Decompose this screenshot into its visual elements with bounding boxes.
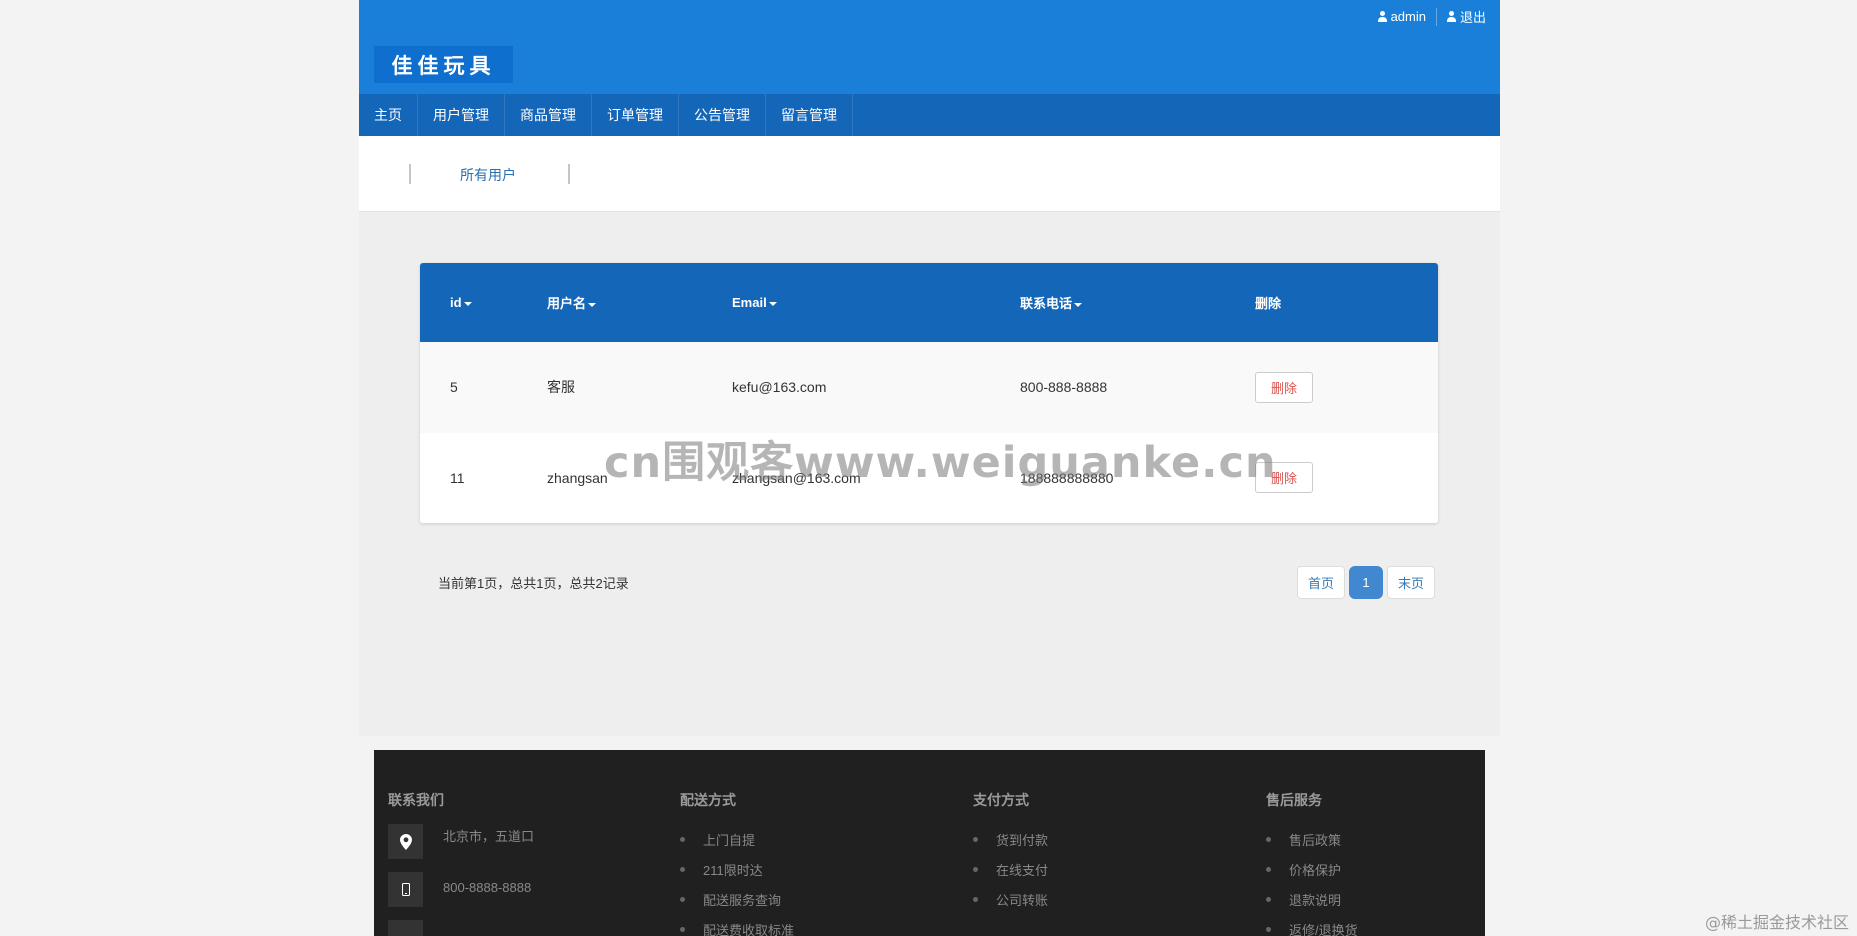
cell-phone: 800-888-8888 xyxy=(1020,379,1108,396)
table-row: 11 zhangsan zhangsan@163.com 18888888888… xyxy=(420,432,1438,523)
user-icon xyxy=(1446,11,1456,22)
site-logo[interactable]: 佳佳玩具 xyxy=(374,46,513,83)
last-page-button[interactable]: 末页 xyxy=(1387,566,1436,599)
divider xyxy=(409,164,411,184)
main-nav: 主页 用户管理 商品管理 订单管理 公告管理 留言管理 xyxy=(359,94,1500,136)
delete-button[interactable]: 删除 xyxy=(1255,462,1313,494)
logout-label: 退出 xyxy=(1459,10,1486,25)
page-button-current[interactable]: 1 xyxy=(1349,566,1384,599)
nav-item-users[interactable]: 用户管理 xyxy=(418,94,505,136)
col-header-delete: 删除 xyxy=(1255,296,1282,311)
footer-payment: 支付方式 货到付款 在线支付 公司转账 xyxy=(973,790,1048,914)
user-icon xyxy=(1377,11,1387,22)
contact-icon xyxy=(388,920,423,936)
footer-link[interactable]: 配送费收取标准 xyxy=(680,914,794,936)
caret-down-icon xyxy=(768,301,777,306)
logout-link[interactable]: 退出 xyxy=(1446,7,1486,26)
footer-aftersale: 售后服务 售后政策 价格保护 退款说明 返修/退换货 xyxy=(1266,790,1358,936)
col-header-phone[interactable]: 联系电话 xyxy=(1020,293,1255,312)
caret-down-icon xyxy=(588,302,597,307)
cell-email: kefu@163.com xyxy=(732,379,827,396)
col-header-id[interactable]: id xyxy=(420,295,547,310)
admin-link[interactable]: admin xyxy=(1377,9,1426,24)
footer-link[interactable]: 公司转账 xyxy=(973,884,1048,914)
footer-heading: 售后服务 xyxy=(1266,792,1322,808)
footer-heading: 支付方式 xyxy=(973,792,1029,808)
pagination: 首页 1 末页 xyxy=(1297,566,1436,599)
footer-link[interactable]: 售后政策 xyxy=(1266,824,1358,854)
table-header: id 用户名 Email 联系电话 删除 xyxy=(420,263,1438,342)
map-marker-icon xyxy=(388,824,423,859)
footer-link[interactable]: 价格保护 xyxy=(1266,854,1358,884)
contact-phone: 800-8888-8888 xyxy=(388,872,534,907)
contact-phone-text: 800-8888-8888 xyxy=(443,880,532,895)
nav-item-messages[interactable]: 留言管理 xyxy=(766,94,853,136)
page-container: admin 退出 佳佳玩具 主页 用户管理 商品管理 订单管理 公告管理 留言管… xyxy=(359,0,1500,736)
footer-link[interactable]: 货到付款 xyxy=(973,824,1048,854)
nav-item-home[interactable]: 主页 xyxy=(359,94,418,136)
footer-link[interactable]: 返修/退换货 xyxy=(1266,914,1358,936)
nav-item-orders[interactable]: 订单管理 xyxy=(592,94,679,136)
all-users-link[interactable]: 所有用户 xyxy=(460,165,516,185)
contact-address: 北京市，五道口 xyxy=(388,824,534,859)
footer-link[interactable]: 上门自提 xyxy=(680,824,794,854)
cell-id: 5 xyxy=(450,379,458,396)
sub-nav: 所有用户 xyxy=(359,136,1500,212)
footer-heading: 联系我们 xyxy=(388,792,444,808)
cell-phone: 188888888880 xyxy=(1020,469,1114,486)
footer-link[interactable]: 配送服务查询 xyxy=(680,884,794,914)
site-header: admin 退出 佳佳玩具 xyxy=(359,0,1500,94)
mobile-icon xyxy=(388,872,423,907)
divider xyxy=(1435,7,1437,26)
footer-delivery: 配送方式 上门自提 211限时达 配送服务查询 配送费收取标准 xyxy=(680,790,794,936)
delete-button[interactable]: 删除 xyxy=(1255,371,1313,403)
footer-link[interactable]: 在线支付 xyxy=(973,854,1048,884)
divider xyxy=(568,164,570,184)
nav-item-products[interactable]: 商品管理 xyxy=(505,94,592,136)
caret-down-icon xyxy=(1074,302,1083,307)
cell-username: 客服 xyxy=(547,379,575,396)
credit-watermark: @稀土掘金技术社区 xyxy=(1704,913,1849,932)
nav-item-notices[interactable]: 公告管理 xyxy=(679,94,766,136)
users-table: id 用户名 Email 联系电话 删除 5 客服 kefu@163.com 8… xyxy=(420,263,1438,523)
footer-heading: 配送方式 xyxy=(680,792,736,808)
footer-link[interactable]: 211限时达 xyxy=(680,854,794,884)
top-links: admin 退出 xyxy=(1377,7,1486,26)
cell-id: 11 xyxy=(450,469,465,486)
admin-label: admin xyxy=(1390,9,1426,24)
table-row: 5 客服 kefu@163.com 800-888-8888 删除 xyxy=(420,342,1438,433)
cell-username: zhangsan xyxy=(547,469,608,486)
caret-down-icon xyxy=(463,301,472,306)
first-page-button[interactable]: 首页 xyxy=(1297,566,1346,599)
pagination-info: 当前第1页，总共1页，总共2记录 xyxy=(438,576,629,591)
footer-link[interactable]: 退款说明 xyxy=(1266,884,1358,914)
site-footer: 联系我们 北京市，五道口 800-8888-8888 配送方式 上门自提 211… xyxy=(374,750,1485,936)
col-header-email[interactable]: Email xyxy=(732,295,1020,310)
footer-contact: 联系我们 北京市，五道口 800-8888-8888 xyxy=(388,790,534,936)
col-header-username[interactable]: 用户名 xyxy=(547,293,732,312)
cell-email: zhangsan@163.com xyxy=(732,469,861,486)
contact-extra xyxy=(388,920,534,936)
contact-address-text: 北京市，五道口 xyxy=(443,829,535,844)
